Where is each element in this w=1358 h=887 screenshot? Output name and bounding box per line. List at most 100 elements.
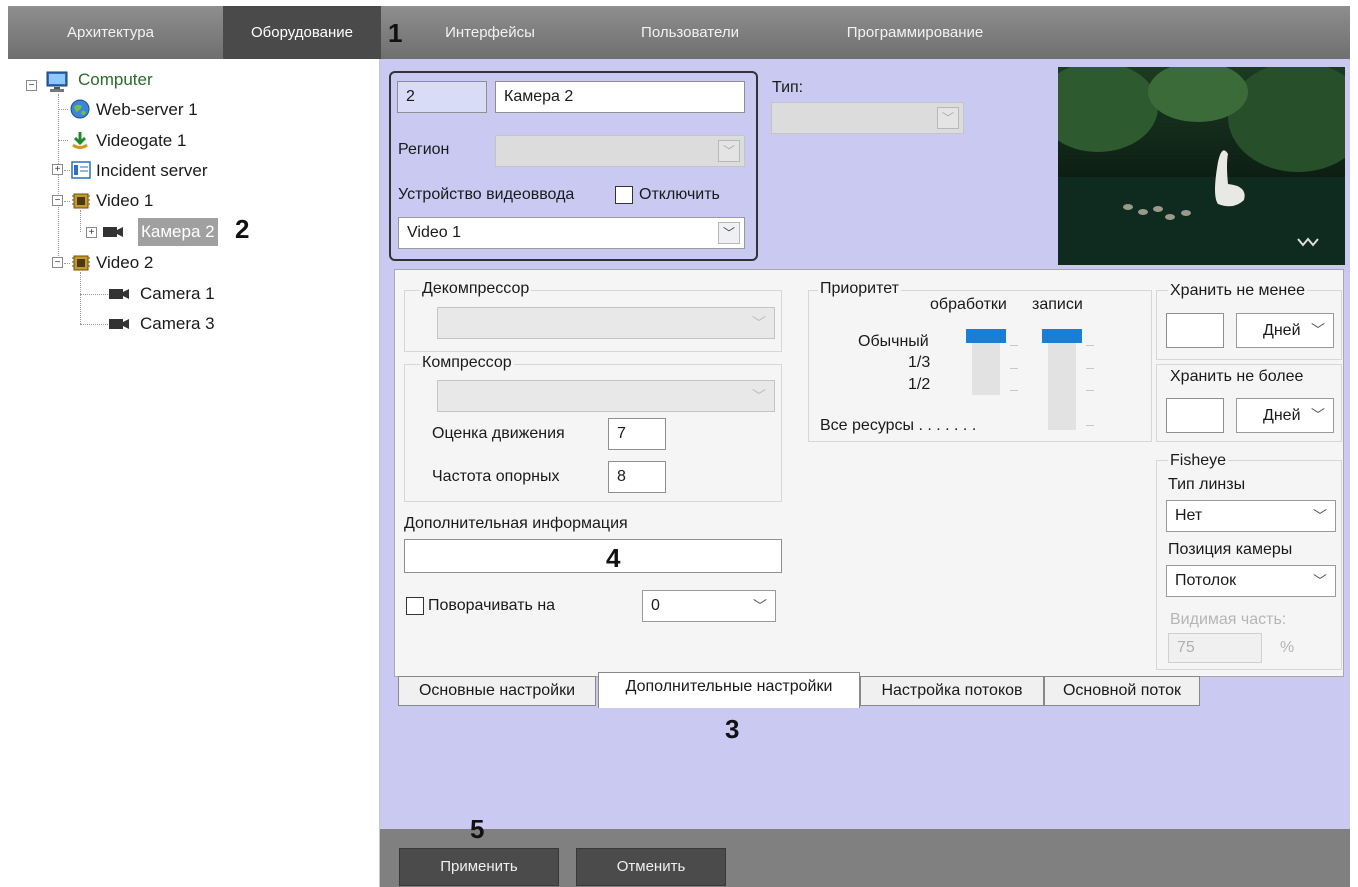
extra-info-label: Дополнительная информация <box>404 515 628 532</box>
tree-item-web-server[interactable]: Web-server 1 <box>96 96 198 124</box>
decompressor-combo[interactable]: ﹀ <box>437 307 775 339</box>
lens-type-label: Тип линзы <box>1168 476 1246 493</box>
visible-part-unit: % <box>1280 639 1295 656</box>
object-id-field[interactable]: 2 <box>397 81 487 113</box>
rotate-label: Поворачивать на <box>428 597 556 614</box>
collapse-toggle[interactable]: − <box>26 80 37 91</box>
rotate-angle-combo[interactable]: 0 ﹀ <box>642 590 776 622</box>
slider-tick <box>1086 390 1094 391</box>
tab-interfaces[interactable]: Интерфейсы <box>425 6 555 59</box>
videogate-icon <box>72 132 88 149</box>
motion-estimation-field[interactable]: 7 <box>608 418 666 450</box>
tree-item-computer[interactable]: Computer <box>78 66 153 94</box>
tab-main-stream[interactable]: Основной поток <box>1044 676 1200 706</box>
collapse-toggle[interactable]: − <box>52 195 63 206</box>
region-combo[interactable]: ﹀ <box>495 135 745 167</box>
object-name-field[interactable]: Камера 2 <box>495 81 745 113</box>
region-label: Регион <box>398 141 450 158</box>
tree-item-camera-3[interactable]: Camera 3 <box>140 310 215 338</box>
disable-checkbox[interactable] <box>615 186 633 204</box>
collapse-toggle[interactable]: − <box>52 257 63 268</box>
storage-min-field[interactable] <box>1166 313 1224 348</box>
tree-connector <box>64 201 70 202</box>
expand-toggle[interactable]: + <box>86 227 97 238</box>
camera-icon <box>103 227 123 237</box>
camera-position-label: Позиция камеры <box>1168 541 1293 558</box>
priority-level-third: 1/3 <box>908 354 931 371</box>
cancel-button[interactable]: Отменить <box>576 848 726 886</box>
video-board-icon <box>72 193 90 209</box>
computer-icon <box>46 71 68 92</box>
recording-priority-slider[interactable] <box>1048 340 1076 430</box>
slider-tick <box>1086 368 1094 369</box>
type-label: Тип: <box>772 79 804 96</box>
tab-programming[interactable]: Программирование <box>820 6 1010 59</box>
slider-tick <box>1086 425 1094 426</box>
tree-connector <box>58 140 68 141</box>
fisheye-label: Fisheye <box>1168 452 1229 470</box>
chevron-down-icon: ﹀ <box>752 315 766 331</box>
processing-label: обработки <box>930 296 1007 313</box>
tab-additional-settings[interactable]: Дополнительные настройки <box>598 672 860 708</box>
storage-min-unit-combo[interactable]: Дней ﹀ <box>1236 313 1334 348</box>
chevron-down-icon: ﹀ <box>753 598 767 614</box>
priority-label: Приоритет <box>818 280 901 298</box>
compressor-combo[interactable]: ﹀ <box>437 380 775 412</box>
tab-hardware[interactable]: Оборудование <box>223 6 381 59</box>
motion-estimation-label: Оценка движения <box>432 425 565 442</box>
tree-connector <box>58 94 59 264</box>
camera-icon <box>109 289 129 299</box>
chevron-down-icon: ﹀ <box>1311 322 1325 338</box>
keyframe-rate-label: Частота опорных <box>432 468 560 485</box>
tree-connector <box>80 272 81 324</box>
recording-label: записи <box>1032 296 1083 313</box>
tree-item-videogate[interactable]: Videogate 1 <box>96 127 186 155</box>
tree-item-video-2[interactable]: Video 2 <box>96 249 153 277</box>
priority-level-all: Все ресурсы . . . . . . . <box>820 417 977 434</box>
tab-stream-settings[interactable]: Настройка потоков <box>860 676 1044 706</box>
slider-tick <box>1010 345 1018 346</box>
storage-max-field[interactable] <box>1166 398 1224 433</box>
chevron-down-icon: ﹀ <box>1313 508 1327 524</box>
annotation-3: 3 <box>725 714 740 744</box>
server-icon <box>71 161 91 179</box>
visible-part-label: Видимая часть: <box>1170 611 1287 628</box>
camera-icon <box>109 319 129 329</box>
processing-slider-thumb[interactable] <box>966 329 1006 343</box>
tree-item-video-1[interactable]: Video 1 <box>96 187 153 215</box>
globe-icon <box>70 99 90 119</box>
recording-slider-thumb[interactable] <box>1042 329 1082 343</box>
tree-connector <box>80 294 108 295</box>
camera-position-combo[interactable]: Потолок ﹀ <box>1166 565 1336 597</box>
priority-level-half: 1/2 <box>908 376 931 393</box>
expand-toggle[interactable]: + <box>52 164 63 175</box>
annotation-5: 5 <box>470 814 485 844</box>
apply-button[interactable]: Применить <box>399 848 559 886</box>
tab-users[interactable]: Пользователи <box>620 6 760 59</box>
rotate-checkbox[interactable] <box>406 597 424 615</box>
chevron-down-icon: ﹀ <box>937 107 959 129</box>
storage-max-unit-combo[interactable]: Дней ﹀ <box>1236 398 1334 433</box>
compressor-label: Компрессор <box>420 354 514 372</box>
keyframe-rate-field[interactable]: 8 <box>608 461 666 493</box>
tree-item-camera-1[interactable]: Camera 1 <box>140 280 215 308</box>
capture-device-combo[interactable]: Video 1 ﹀ <box>398 217 745 249</box>
disable-label: Отключить <box>639 186 720 203</box>
camera-preview-image <box>1058 67 1345 265</box>
annotation-1: 1 <box>388 18 403 48</box>
tree-connector <box>80 210 81 232</box>
tab-basic-settings[interactable]: Основные настройки <box>398 676 596 706</box>
tree-item-camera-2-selected[interactable]: Камера 2 <box>138 218 218 246</box>
type-combo[interactable]: ﹀ <box>771 102 964 134</box>
slider-tick <box>1010 368 1018 369</box>
chevron-down-icon: ﹀ <box>752 388 766 404</box>
visible-part-field[interactable]: 75 <box>1168 633 1262 663</box>
processing-priority-slider[interactable] <box>972 340 1000 395</box>
video-board-icon <box>72 255 90 271</box>
tree-item-incident-server[interactable]: Incident server <box>96 157 208 185</box>
tab-architecture[interactable]: Архитектура <box>8 6 213 59</box>
chevron-down-icon: ﹀ <box>718 140 740 162</box>
extra-info-field[interactable] <box>404 539 782 573</box>
tree-connector <box>64 170 70 171</box>
lens-type-combo[interactable]: Нет ﹀ <box>1166 500 1336 532</box>
